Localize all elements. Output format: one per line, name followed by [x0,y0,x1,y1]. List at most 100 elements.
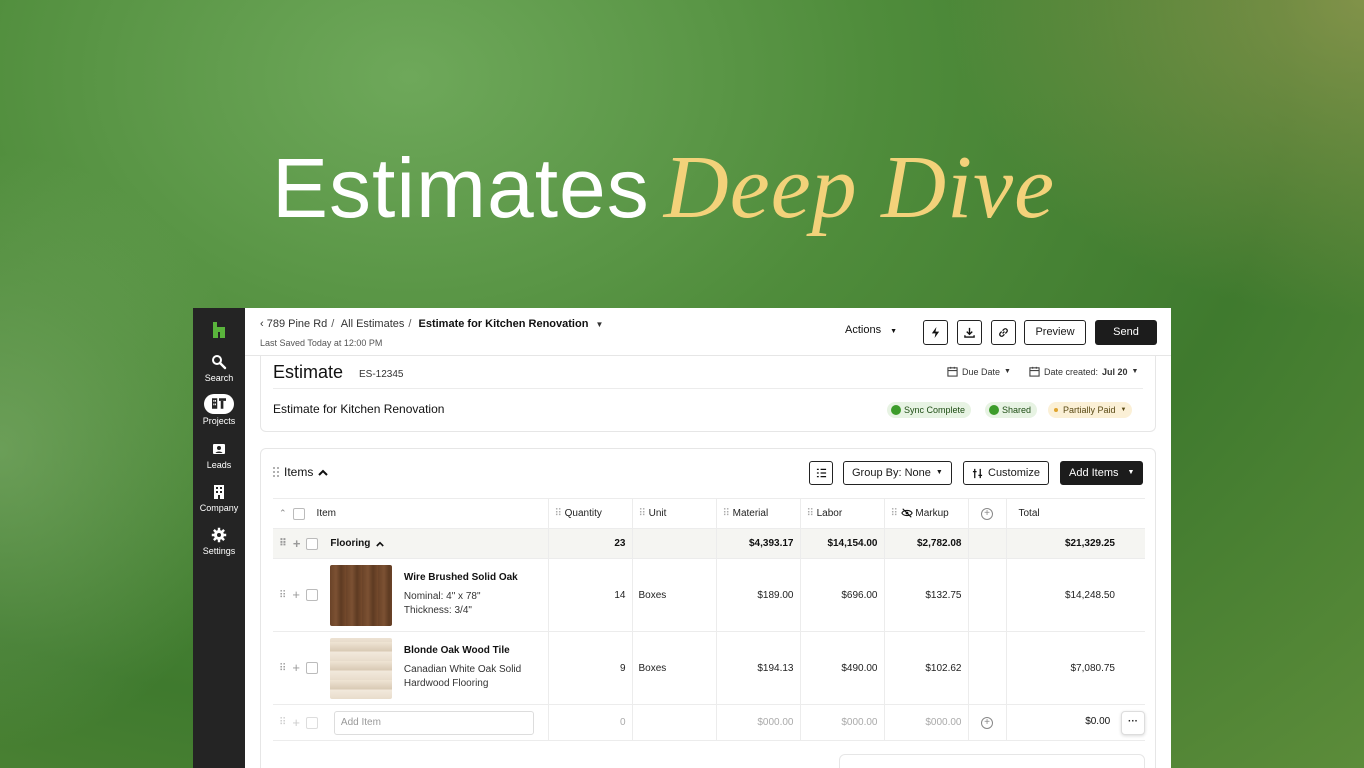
due-date-picker[interactable]: Due Date ▼ [947,366,1011,377]
item-markup[interactable]: $102.62 [883,631,968,705]
drag-handle-icon[interactable]: ⠿ [279,590,286,601]
quick-action-button[interactable] [923,320,948,345]
item-quantity[interactable]: 9 [547,631,632,705]
item-quantity[interactable]: 14 [547,558,632,632]
items-title: Items [284,465,314,479]
sidebar-item-settings[interactable]: Settings [193,527,245,556]
list-view-button[interactable] [809,461,833,485]
column-header-labor[interactable]: ⠿ Labor [799,498,884,529]
drag-handle-icon[interactable]: ⠿ [279,538,287,549]
add-item-quantity[interactable]: 0 [547,704,632,741]
download-button[interactable] [957,320,982,345]
preview-button[interactable]: Preview [1024,320,1086,345]
add-item-unit[interactable] [631,704,716,741]
payment-status-badge[interactable]: Partially Paid ▼ [1048,402,1133,418]
send-button[interactable]: Send [1095,320,1157,345]
add-column-cell[interactable]: + [967,704,1006,741]
items-table: ⌃ Item ⠿ Quantity ⠿ Unit ⠿ Material ⠿ La… [273,498,1145,741]
column-label: Quantity [564,508,602,519]
row-checkbox[interactable] [305,589,318,601]
badge-label: Partially Paid [1063,405,1116,415]
item-total: $7,080.75 [1005,631,1145,705]
plus-icon[interactable]: + [292,661,300,674]
eye-slash-icon[interactable] [900,508,913,519]
customize-button[interactable]: Customize [963,461,1049,485]
item-material[interactable]: $194.13 [715,631,800,705]
back-chevron-icon[interactable]: ‹ [260,318,264,330]
houzz-logo-icon[interactable] [211,322,227,338]
item-markup[interactable]: $132.75 [883,558,968,632]
table-row[interactable]: ⠿ + Blonde Oak Wood Tile Canadian White … [273,631,1145,705]
chevron-up-icon[interactable] [318,469,329,476]
group-quantity: 23 [547,528,632,559]
item-labor[interactable]: $490.00 [799,631,884,705]
column-label: Total [1018,508,1040,519]
add-item-input[interactable]: Add Item [333,710,534,735]
column-header-total[interactable]: Total [1005,498,1145,529]
chevron-up-icon[interactable] [376,541,385,547]
item-labor[interactable]: $696.00 [799,558,884,632]
date-created-label: Date created: [1044,366,1099,377]
plus-icon[interactable]: + [293,537,301,550]
sidebar-item-search[interactable]: Search [193,354,245,383]
add-item-material[interactable]: $000.00 [715,704,800,741]
select-all-checkbox[interactable] [292,507,305,520]
sidebar-item-projects[interactable]: Projects [193,394,245,426]
chevron-down-icon[interactable]: ▼ [595,320,603,329]
add-item-markup[interactable]: $000.00 [883,704,968,741]
item-unit[interactable]: Boxes [631,558,716,632]
subtotal-box [839,754,1145,768]
drag-handle-icon[interactable] [273,467,279,477]
sidebar-item-label: Search [204,373,234,383]
item-unit[interactable]: Boxes [631,631,716,705]
column-header-item[interactable]: ⌃ Item [273,498,548,529]
table-row[interactable]: ⠿ + Wire Brushed Solid Oak Nominal: 4" x… [273,558,1145,632]
row-checkbox[interactable] [305,662,318,674]
search-icon [212,355,227,370]
lightning-icon [931,327,940,338]
breadcrumb-current[interactable]: Estimate for Kitchen Renovation [419,318,589,330]
column-header-quantity[interactable]: ⠿ Quantity [547,498,632,529]
items-section-header[interactable]: Items [273,465,329,479]
app-window: Search Projects Leads Company Settings ‹… [193,308,1171,768]
check-icon [989,405,999,415]
sidebar-item-leads[interactable]: Leads [193,441,245,470]
add-item-labor[interactable]: $000.00 [799,704,884,741]
date-created-value: Jul 20 [1102,366,1128,377]
hero-title: Estimates Deep Dive [272,138,1172,238]
add-column-button[interactable]: + [967,498,1006,529]
link-icon [999,328,1008,337]
estimate-name: Estimate for Kitchen Renovation [273,402,445,416]
sliders-icon [972,468,983,478]
row-checkbox[interactable] [306,537,319,550]
actions-menu-button[interactable]: Actions ▼ [845,324,897,336]
add-items-label: Add Items [1069,467,1119,479]
plus-icon[interactable]: + [292,588,300,601]
group-row-flooring[interactable]: ⠿ + Flooring 23 $4,393.17 $14,154.00 $2,… [273,528,1145,559]
copy-link-button[interactable] [991,320,1016,345]
add-items-button[interactable]: Add Items ▼ [1060,461,1144,485]
column-header-markup[interactable]: ⠿ Markup [883,498,968,529]
breadcrumb-item[interactable]: All Estimates [341,318,405,330]
sidebar-item-company[interactable]: Company [193,484,245,513]
column-label: Unit [648,508,667,519]
group-name: Flooring [330,538,371,549]
due-date-label: Due Date [962,366,1001,377]
drag-handle-icon[interactable]: ⠿ [279,663,286,674]
add-item-row: ⠿ + Add Item 0 $000.00 $000.00 $000.00 + [273,704,1145,741]
sync-check-icon [891,405,901,415]
chevron-down-icon: ▼ [1131,368,1139,375]
column-header-unit[interactable]: ⠿ Unit [631,498,716,529]
breadcrumb-item[interactable]: 789 Pine Rd [267,318,328,330]
column-header-material[interactable]: ⠿ Material [715,498,800,529]
divider [273,388,1143,389]
group-by-select[interactable]: Group By: None ▼ [843,461,952,485]
download-icon [964,327,975,338]
collapse-all-icon[interactable]: ⌃ [279,508,287,519]
sidebar-item-label: Projects [202,416,236,426]
date-created-picker[interactable]: Date created: Jul 20 ▼ [1029,366,1138,377]
item-material[interactable]: $189.00 [715,558,800,632]
item-name: Wire Brushed Solid Oak [403,572,518,583]
empty-cell [967,528,1006,559]
more-options-button[interactable]: ··· [1121,710,1145,735]
